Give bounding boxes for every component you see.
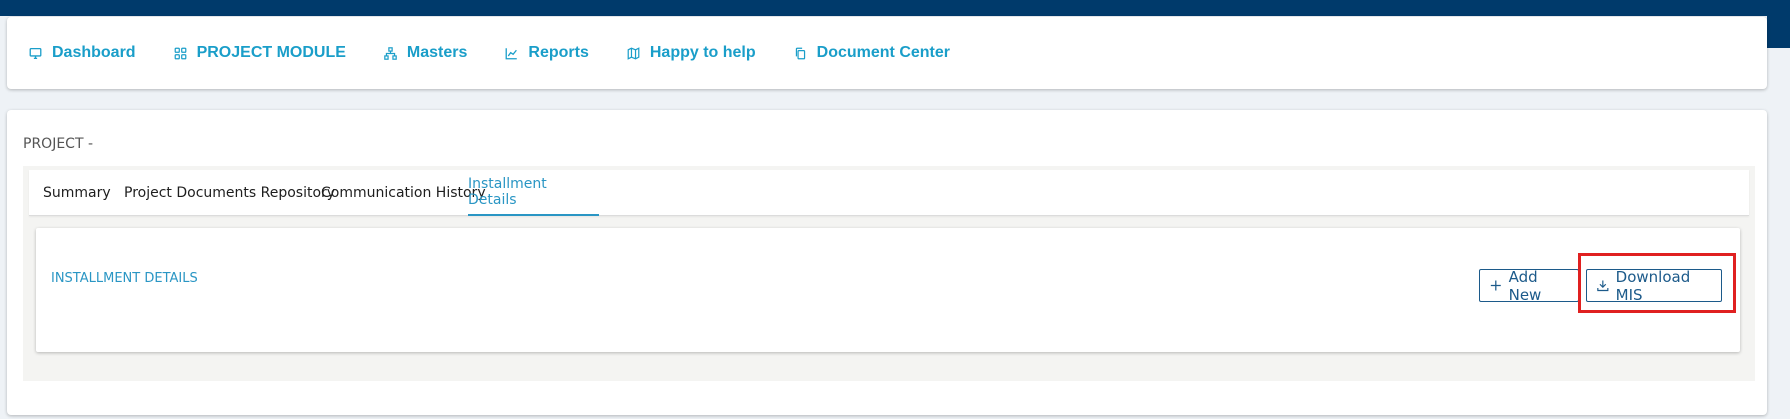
tab-project-documents-repository[interactable]: Project Documents Repository	[124, 170, 335, 216]
sitemap-icon	[384, 46, 397, 60]
plus-icon	[1490, 280, 1501, 291]
nav-dashboard-label: Dashboard	[52, 44, 136, 61]
nav-document-center[interactable]: Document Center	[794, 44, 950, 62]
download-mis-button[interactable]: Download MIS	[1586, 267, 1722, 304]
tab-installment-details[interactable]: Installment Details	[468, 170, 599, 216]
tab-communication-history[interactable]: Communication History	[321, 170, 486, 216]
project-card: PROJECT - Summary Project Documents Repo…	[7, 110, 1767, 415]
add-new-button[interactable]: Add New	[1479, 267, 1579, 304]
grid-icon	[174, 47, 186, 59]
copy-icon	[795, 47, 805, 59]
monitor-icon	[29, 47, 42, 59]
map-icon	[627, 46, 640, 60]
nav-happy-to-help[interactable]: Happy to help	[627, 44, 756, 62]
download-mis-label: Download MIS	[1615, 267, 1691, 304]
add-new-label: Add New	[1508, 267, 1542, 304]
section-title: INSTALLMENT DETAILS	[51, 271, 198, 286]
installment-details-panel: INSTALLMENT DETAILS Add New Download MIS	[36, 228, 1740, 352]
nav-reports[interactable]: Reports	[505, 44, 589, 62]
chart-line-icon	[505, 47, 518, 59]
nav-reports-label: Reports	[528, 44, 589, 61]
tab-summary[interactable]: Summary	[43, 170, 111, 216]
main-nav-card: Dashboard PROJECT MODULE Masters Reports…	[7, 17, 1767, 89]
nav-dashboard[interactable]: Dashboard	[29, 44, 136, 62]
download-icon	[1597, 280, 1609, 292]
tab-container: Summary Project Documents Repository Com…	[23, 166, 1755, 381]
nav-masters-label: Masters	[406, 44, 468, 61]
nav-document-center-label: Document Center	[816, 44, 950, 61]
page-title: PROJECT -	[23, 136, 93, 152]
nav-masters[interactable]: Masters	[384, 44, 467, 62]
tab-bar: Summary Project Documents Repository Com…	[29, 170, 1749, 216]
nav-happy-to-help-label: Happy to help	[649, 44, 756, 61]
top-header-bar	[0, 0, 1790, 16]
nav-project-module-label: PROJECT MODULE	[196, 44, 346, 61]
nav-project-module[interactable]: PROJECT MODULE	[174, 44, 346, 62]
main-nav: Dashboard PROJECT MODULE Masters Reports…	[29, 17, 988, 89]
header-bar-edge	[1767, 16, 1790, 48]
